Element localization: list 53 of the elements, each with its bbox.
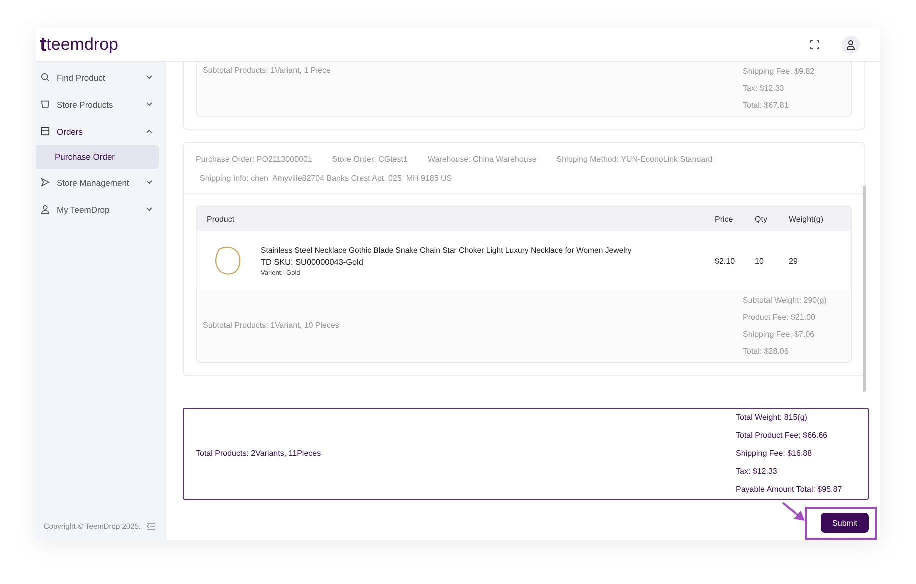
column-header: Weight(g) [789, 214, 825, 224]
chevron-icon [146, 207, 153, 212]
subtotal-line: Total: $67.81 [743, 101, 790, 110]
total-products-text: Total Products: 2Variants, 11Pieces [196, 449, 322, 458]
collapse-menu-icon[interactable] [147, 523, 155, 530]
user-icon [846, 40, 856, 50]
order-info-text: Purchase Order: PO2113000001 [196, 155, 312, 164]
subtotal-line: Shipping Fee: $9.82 [743, 67, 816, 76]
sidebar-item[interactable]: Store Products [36, 91, 165, 118]
sidebar-item[interactable]: Find Product [36, 64, 165, 91]
sidebar-item[interactable]: My TeemDrop [36, 196, 165, 223]
column-header: Price [715, 214, 734, 224]
sidebar-subitem[interactable]: Purchase Order [36, 145, 159, 169]
subtotal-line: Shipping Fee: $7.06 [743, 330, 816, 339]
fullscreen-icon[interactable] [810, 40, 820, 50]
subtotal-line: Total: $28.06 [743, 347, 790, 356]
submit-button[interactable]: Submit [821, 513, 869, 533]
shipping-info-text: Shipping Info: chen Amyville82704 Banks Crest Apt. 025 MH 9185 US [199, 174, 454, 183]
order-info-text: Warehouse: China Warehouse [428, 155, 537, 164]
chevron-icon [146, 180, 153, 185]
chevron-icon [146, 75, 153, 80]
sidebar-item[interactable]: Orders [36, 118, 165, 145]
subtotal-products-text: Subtotal Products: 1Variant, 1 Piece [203, 66, 331, 75]
bag-icon [41, 100, 50, 109]
user-icon [41, 205, 50, 214]
column-header: Product [207, 214, 236, 224]
annotation-arrow [782, 502, 806, 522]
summary-line: Shipping Fee: $16.88 [736, 449, 814, 458]
summary-line: Payable Amount Total: $95.87 [736, 485, 844, 494]
subtotal-line: Tax: $12.33 [743, 84, 786, 93]
summary-line: Total Weight: 815(g) [736, 413, 808, 422]
highlight-frame [805, 507, 877, 540]
subtotal-line: Product Fee: $21.00 [743, 313, 816, 322]
user-avatar-button[interactable] [842, 36, 860, 54]
table-cell-text: $2.10 [715, 256, 736, 266]
subtotal-products-text: Subtotal Products: 1Variant, 10 Pieces [203, 321, 340, 330]
box-icon [41, 127, 50, 136]
chevron-icon [146, 102, 153, 107]
subtotal-line: Subtotal Weight: 290(g) [743, 296, 828, 305]
chevron-icon [146, 129, 153, 134]
column-header: Qty [755, 214, 768, 224]
table-cell-text: 29 [789, 256, 799, 266]
summary-line: Tax: $12.33 [736, 467, 778, 476]
table-cell-text: 10 [755, 256, 765, 266]
sidebar-item[interactable]: Store Management [36, 169, 165, 196]
product-sku: TD SKU: SU00000043-Gold [261, 258, 364, 266]
search-icon [41, 73, 50, 82]
logo-text: teemdrop [46, 36, 118, 53]
summary-line: Total Product Fee: $66.66 [736, 431, 829, 440]
order-info-text: Store Order: CGtest1 [332, 155, 408, 164]
order-info-text: Shipping Method: YUN-EconoLink Standard [556, 155, 713, 164]
send-icon [41, 178, 50, 187]
logo-mark: t [40, 34, 47, 54]
